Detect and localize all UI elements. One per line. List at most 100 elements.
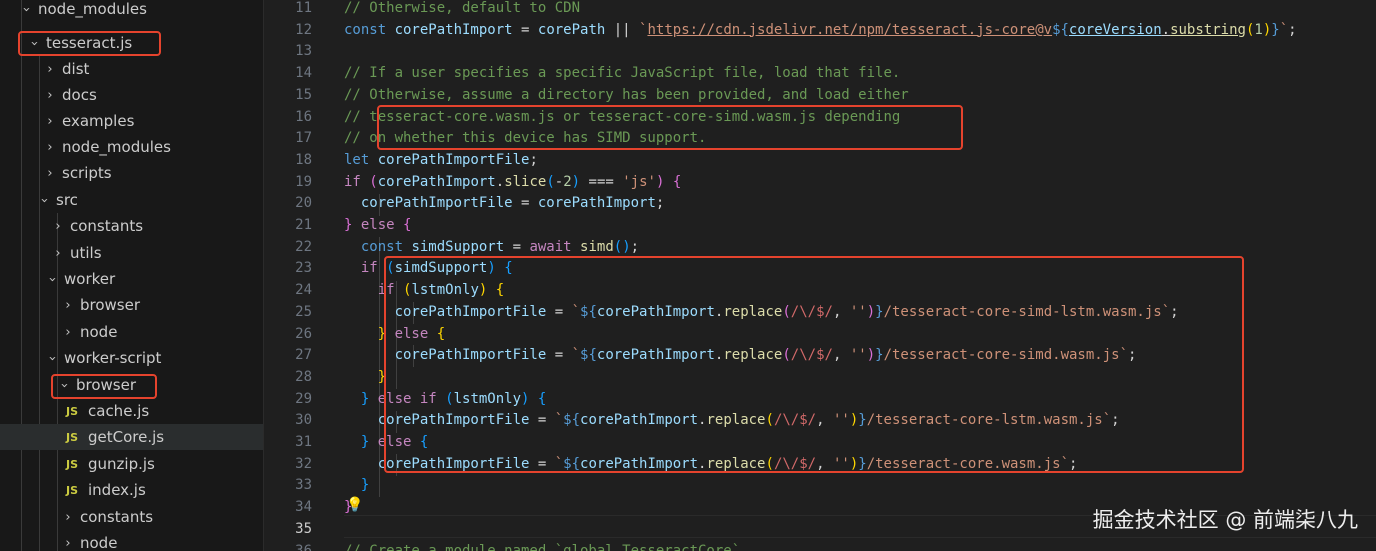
code-token: {: [403, 217, 412, 233]
code-token: if: [344, 260, 387, 277]
code-token: (: [369, 173, 378, 190]
code-token: if: [344, 173, 370, 190]
line-number: 16: [295, 108, 312, 125]
code-token: corePath: [537, 21, 606, 38]
js-file-icon: JS: [66, 457, 79, 471]
line-number: 30: [295, 412, 312, 429]
code-line[interactable]: const corePathImport = corePath || ` http…: [344, 20, 1297, 42]
lightbulb-icon[interactable]: 💡: [346, 497, 363, 513]
tree-item-label: node_modules: [38, 0, 147, 18]
code-line[interactable]: }: [344, 475, 369, 497]
line-number: 32: [295, 455, 312, 472]
code-token: simd: [580, 238, 614, 255]
chevron-right-icon: ›: [65, 297, 71, 313]
code-line[interactable]: }: [344, 367, 386, 389]
code-token: =: [512, 195, 538, 212]
tree-item-utils[interactable]: › utils: [0, 240, 263, 266]
code-line[interactable]: let corePathImportFile;: [344, 150, 538, 172]
code-line[interactable]: } else {: [344, 215, 411, 237]
tree-item-label: cache.js: [88, 402, 150, 420]
code-line[interactable]: // Otherwise, assume a directory has bee…: [344, 85, 909, 107]
code-token: substring: [1170, 21, 1246, 38]
code-token: }: [344, 217, 361, 233]
tree-item-worker-script[interactable]: › worker-script: [0, 345, 263, 371]
code-line[interactable]: // If a user specifies a specific JavaSc…: [344, 63, 900, 85]
line-number: 28: [295, 368, 312, 385]
tree-item-label: dist: [62, 60, 90, 78]
line-number: 14: [295, 65, 312, 82]
code-token: corePathImportFile: [377, 151, 530, 168]
tree-item-src[interactable]: › src: [0, 187, 263, 213]
code-token: }: [344, 434, 378, 450]
code-token: corePathImport: [537, 195, 656, 212]
code-token: coreVersion: [1068, 21, 1162, 38]
code-token: ${: [1052, 21, 1069, 38]
tree-item-cache-js[interactable]: JS cache.js: [0, 398, 263, 424]
chevron-down-icon: ›: [18, 6, 34, 12]
code-token: .: [495, 173, 505, 190]
code-token: .: [1161, 21, 1171, 38]
code-token: ): [571, 173, 581, 190]
code-line[interactable]: corePathImportFile = corePathImport;: [344, 193, 664, 215]
line-number: 34: [295, 499, 312, 516]
tree-item-label: examples: [62, 112, 135, 130]
js-file-icon: JS: [66, 430, 79, 444]
code-token: =: [512, 21, 538, 38]
code-token: 1: [1254, 21, 1263, 38]
tree-item-gunzip-js[interactable]: JS gunzip.js: [0, 451, 263, 477]
tree-item-examples[interactable]: › examples: [0, 108, 263, 134]
tree-item-label: scripts: [62, 164, 112, 182]
code-line[interactable]: if (corePathImport.slice(-2) === 'js') {: [344, 172, 681, 194]
line-number: 11: [295, 0, 312, 16]
chevron-right-icon: ›: [55, 245, 61, 261]
tree-item-node[interactable]: › node: [0, 530, 263, 551]
code-token: (: [613, 238, 623, 255]
chevron-right-icon: ›: [47, 165, 53, 181]
tree-item-label: constants: [70, 217, 144, 235]
code-token: ;: [529, 151, 538, 168]
chevron-down-icon: ›: [44, 276, 60, 282]
code-token: slice: [504, 173, 547, 190]
code-editor[interactable]: 11 12 13 14 15 16 17 18 19 20 21 22 23 24 25 26 27 28 29 30…: [264, 0, 1376, 551]
code-token: `: [1279, 21, 1289, 38]
js-file-icon: JS: [66, 483, 79, 497]
tree-item-browser[interactable]: › browser: [0, 292, 263, 318]
tree-item-label: worker-script: [64, 349, 162, 367]
chevron-right-icon: ›: [47, 61, 53, 77]
chevron-right-icon: ›: [47, 139, 53, 155]
tree-item-label: worker: [64, 270, 116, 288]
tree-item-label: index.js: [88, 481, 146, 499]
code-line[interactable]: // Create a module named `global.Tessera…: [344, 541, 740, 551]
code-token: (: [546, 173, 555, 190]
chevron-right-icon: ›: [47, 87, 53, 103]
tree-item-node-modules[interactable]: › node_modules: [0, 0, 263, 22]
tree-item-node-modules[interactable]: › node_modules: [0, 134, 263, 160]
tree-item-constants[interactable]: › constants: [0, 504, 263, 530]
code-token: await: [529, 238, 581, 255]
tree-item-label: gunzip.js: [88, 455, 155, 473]
code-token: }: [344, 477, 370, 494]
code-token: https://cdn.jsdelivr.net/npm/tesseract.j…: [647, 21, 1053, 38]
code-line[interactable]: // Otherwise, default to CDN: [344, 0, 580, 20]
watermark: 掘金技术社区 @ 前端柒八九: [1092, 508, 1358, 532]
line-number: 31: [295, 434, 312, 450]
tree-item-constants[interactable]: › constants: [0, 213, 263, 239]
tree-item-worker[interactable]: › worker: [0, 266, 263, 292]
tree-item-dist[interactable]: › dist: [0, 56, 263, 82]
chevron-right-icon: ›: [55, 218, 61, 234]
line-number: 15: [295, 86, 312, 103]
tree-item-node[interactable]: › node: [0, 319, 263, 345]
tree-item-docs[interactable]: › docs: [0, 82, 263, 108]
tree-item-label: getCore.js: [88, 428, 165, 446]
tree-item-index-js[interactable]: JS index.js: [0, 477, 263, 503]
line-number: 23: [295, 260, 312, 277]
tree-item-label: browser: [80, 296, 141, 314]
highlight-simd-block: [384, 256, 1244, 473]
tree-item-label: utils: [70, 244, 102, 262]
chevron-right-icon: ›: [47, 113, 53, 129]
line-number: 17: [295, 130, 312, 147]
code-token: const: [344, 21, 395, 38]
tree-item-scripts[interactable]: › scripts: [0, 160, 263, 186]
code-token: ||: [605, 21, 640, 38]
tree-item-getcore-js[interactable]: JS getCore.js: [0, 424, 263, 450]
